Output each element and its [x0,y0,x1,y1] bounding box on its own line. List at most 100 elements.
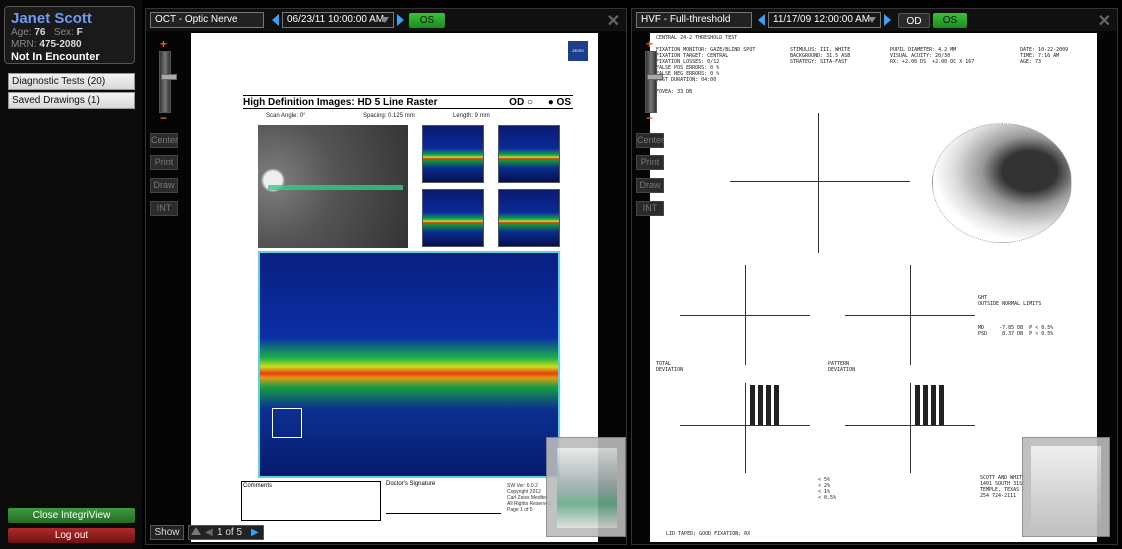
prev-page-icon[interactable]: ◀ [205,526,213,539]
length: Length: 9 mm [453,113,490,119]
fundus-image[interactable] [258,125,408,248]
pattern-deviation-label: PATTERN DEVIATION [828,361,856,373]
int-button[interactable]: INT [636,201,664,216]
zoom-handle[interactable] [647,74,663,80]
zeiss-logo: ZEISS [568,41,588,61]
clinic-address: SCOTT AND WHITE 1401 SOUTH 31ST TEMPLE, … [980,475,1026,499]
bscan-thumb-1[interactable] [422,125,484,183]
eye-os-button[interactable]: OS [933,13,967,28]
oct-report-title: High Definition Images: HD 5 Line Raster… [243,95,573,109]
os-label: OS [556,97,571,108]
pattern-dev-axis-v [910,265,911,365]
os-indicator: ● OS [547,97,571,108]
page-indicator: 1 of 5 [217,527,243,538]
zoom-in-icon[interactable]: + [160,37,167,51]
mrn-value: 475-2080 [39,39,82,50]
comments-box: Comments [241,481,381,521]
zoom-slider[interactable]: + − [642,37,663,127]
age-label: Age: [11,27,32,38]
page-thumbnail[interactable] [546,437,626,537]
patient-age-sex: Age: 76 Sex: F [11,27,128,39]
od-indicator: OD ○ [509,97,533,108]
int-button[interactable]: INT [150,201,178,216]
hvf-panel-header: HVF - Full-threshold 11/17/09 12:00:00 A… [632,9,1117,31]
next-date-arrow-icon[interactable] [397,14,404,26]
spacing: Spacing: 0.125 mm [363,113,415,119]
grayscale-plot[interactable] [932,123,1072,243]
close-integriview-button[interactable]: Close IntegriView [8,508,135,523]
zoom-in-icon[interactable]: + [646,37,653,51]
eye-od-button[interactable]: OD [898,13,930,28]
hvf-test-title[interactable]: HVF - Full-threshold [636,12,752,28]
oct-large-bscan[interactable] [258,251,560,478]
sidebar-item-saved-drawings[interactable]: Saved Drawings (1) [8,92,135,109]
hvf-header-left: CENTRAL 24-2 THRESHOLD TEST FIXATION MON… [656,35,756,95]
print-button[interactable]: Print [636,155,664,170]
bscan-thumb-4[interactable] [498,189,560,247]
sidebar-item-diagnostic-tests[interactable]: Diagnostic Tests (20) [8,73,135,90]
oct-viewer-panel: OCT - Optic Nerve 06/23/11 10:00:00 AM O… [145,8,627,545]
zoom-track[interactable] [645,51,663,113]
draw-button[interactable]: Draw [150,178,178,193]
zoom-out-icon[interactable]: − [160,111,167,125]
page-navigator: ◀ 1 of 5 ▶ [188,525,264,540]
pattern-prob-cluster [915,385,945,425]
zoom-handle[interactable] [161,74,177,80]
oct-report-page: ZEISS High Definition Images: HD 5 Line … [191,33,598,542]
prev-date-arrow-icon[interactable] [758,14,765,26]
patient-sidebar: Janet Scott Age: 76 Sex: F MRN: 475-2080… [0,0,142,549]
hvf-date-select[interactable]: 11/17/09 12:00:00 AM [768,12,881,28]
total-prob-cluster [750,385,780,425]
logout-button[interactable]: Log out [8,528,135,543]
hvf-header-pupil: PUPIL DIAMETER: 4.2 MM VISUAL ACUITY: 20… [890,47,975,65]
signature-label: Doctor's Signature [386,481,436,487]
comments-label: Comments [243,483,273,489]
close-icon[interactable]: ✕ [607,11,620,31]
zoom-track[interactable] [159,51,177,113]
patient-mrn: MRN: 475-2080 [11,39,128,51]
orientation-box [272,408,302,438]
sex-value: F [76,27,83,38]
signature-field: Doctor's Signature [386,481,501,514]
close-icon[interactable]: ✕ [1098,11,1111,31]
oct-report-title-text: High Definition Images: HD 5 Line Raster [243,97,438,108]
next-page-icon[interactable]: ▶ [251,526,259,539]
oct-test-title[interactable]: OCT - Optic Nerve [150,12,264,28]
chevron-down-icon [868,17,876,23]
oct-date-value: 06/23/11 10:00:00 AM [287,14,385,25]
encounter-status: Not In Encounter [11,51,100,63]
oct-panel-header: OCT - Optic Nerve 06/23/11 10:00:00 AM O… [146,9,626,31]
bscan-thumb-3[interactable] [422,189,484,247]
oct-date-select[interactable]: 06/23/11 10:00:00 AM [282,12,394,28]
probability-legend: < 5% < 2% < 1% < 0.5% [818,477,837,501]
scan-angle: Scan Angle: 0° [266,113,306,119]
collapse-up-icon[interactable] [191,527,201,535]
sex-label: Sex: [53,27,74,38]
ght-results: GHT OUTSIDE NORMAL LIMITS MD -7.85 DB P … [978,295,1054,337]
total-dev-axis-v [745,265,746,365]
patient-name[interactable]: Janet Scott [11,10,128,27]
total-prob-axis-v [745,383,746,473]
prev-date-arrow-icon[interactable] [272,14,279,26]
bscan-thumb-2[interactable] [498,125,560,183]
total-deviation-label: TOTAL DEVIATION [656,361,684,373]
show-button[interactable]: Show [150,525,184,540]
center-button[interactable]: Center [150,133,178,148]
page-thumbnail[interactable] [1022,437,1110,537]
next-date-arrow-icon[interactable] [884,14,891,26]
thumbnail-preview [557,448,617,528]
hvf-footer-note: LID TAPED; GOOD FIXATION; RX [666,531,751,537]
print-button[interactable]: Print [150,155,178,170]
patient-card: Janet Scott Age: 76 Sex: F MRN: 475-2080… [4,6,135,64]
hvf-header-right: DATE: 10-22-2009 TIME: 7:16 AM AGE: 73 [1020,47,1069,65]
zoom-out-icon[interactable]: − [646,111,653,125]
thumbnail-preview [1031,446,1101,530]
zoom-slider[interactable]: + − [156,37,177,127]
eye-os-button[interactable]: OS [409,13,445,28]
mrn-label: MRN: [11,39,37,50]
center-button[interactable]: Center [636,133,664,148]
hvf-viewer-panel: HVF - Full-threshold 11/17/09 12:00:00 A… [631,8,1118,545]
draw-button[interactable]: Draw [636,178,664,193]
threshold-axis-h [730,181,910,182]
signature-line [386,513,501,514]
